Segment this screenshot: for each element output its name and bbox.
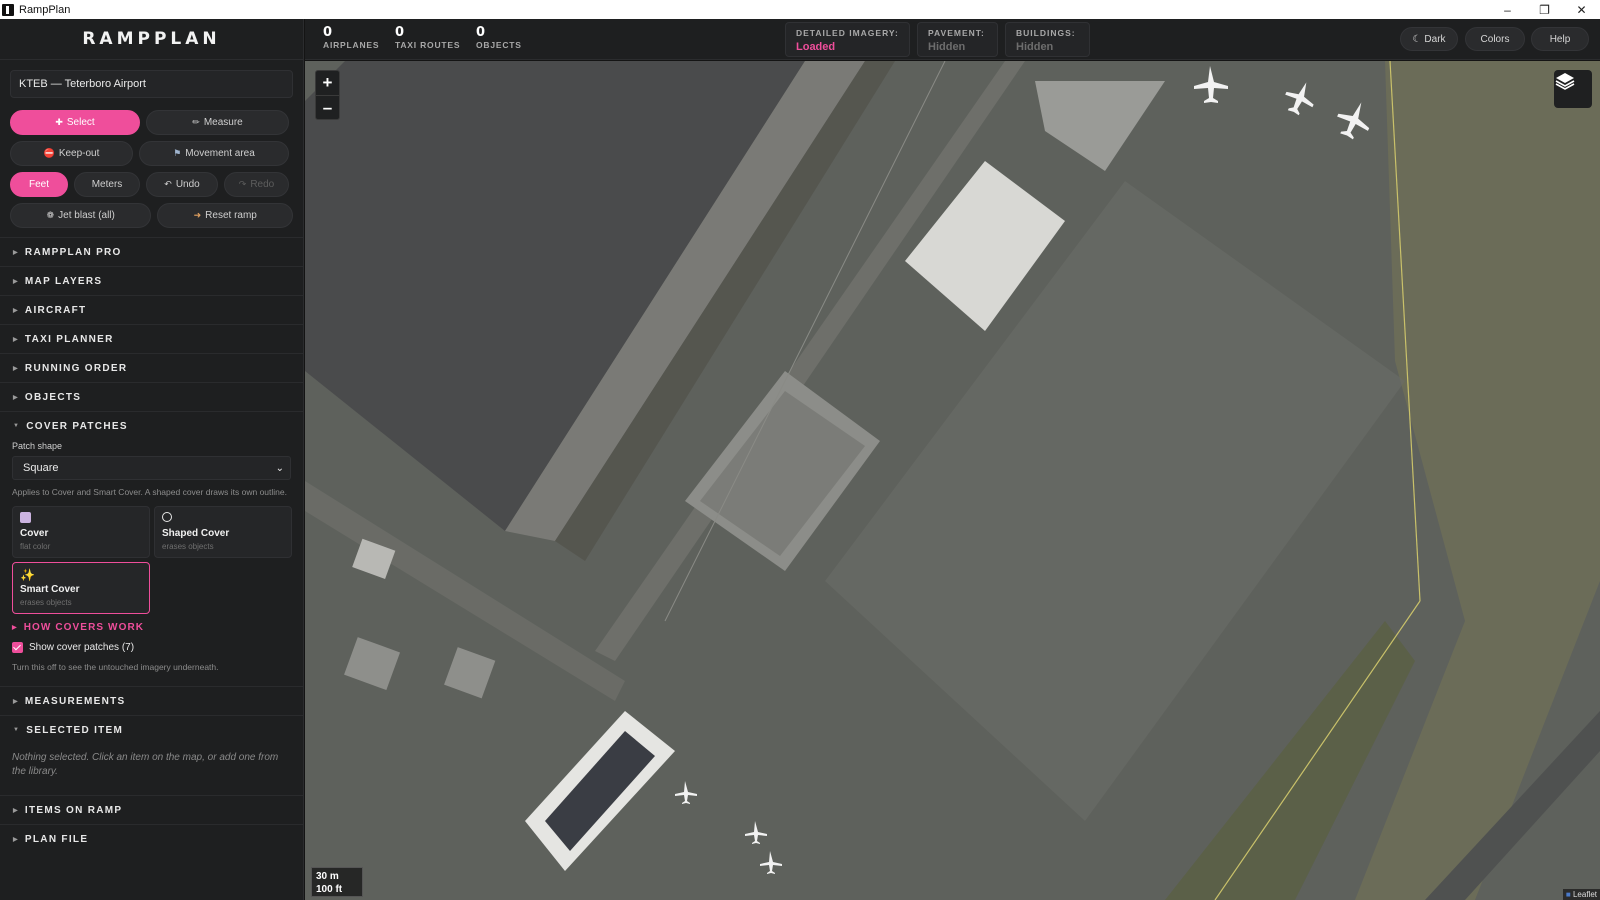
scale-feet: 100 ft bbox=[316, 884, 343, 895]
hexagon-icon bbox=[162, 512, 172, 522]
chevron-right-icon: ▶ bbox=[13, 307, 19, 314]
chevron-right-icon: ▶ bbox=[13, 249, 19, 256]
chevron-right-icon: ▶ bbox=[13, 807, 19, 814]
patch-shape-help: Applies to Cover and Smart Cover. A shap… bbox=[12, 487, 287, 497]
map-attribution[interactable]: ■ Leaflet bbox=[1562, 889, 1600, 900]
top-bar: 0 AIRPLANES 0 TAXI ROUTES 0 OBJECTS DETA… bbox=[305, 19, 1600, 60]
movement-icon: ⚑ bbox=[173, 148, 182, 158]
close-button[interactable]: ✕ bbox=[1563, 0, 1600, 19]
map-scale: 30 m 100 ft bbox=[311, 867, 363, 897]
zoom-control: + – bbox=[315, 70, 340, 120]
undo-icon: ↶ bbox=[164, 179, 172, 189]
pavement-status[interactable]: PAVEMENT: Hidden bbox=[917, 22, 998, 57]
section-map-layers[interactable]: ▶ MAP LAYERS bbox=[0, 266, 303, 295]
redo-icon: ↷ bbox=[238, 179, 247, 189]
patch-shape-label: Patch shape bbox=[12, 441, 63, 451]
chevron-right-icon: ▶ bbox=[13, 336, 19, 343]
cover-card[interactable]: Cover flat color bbox=[12, 506, 150, 558]
imagery-status: DETAILED IMAGERY: Loaded bbox=[785, 22, 910, 57]
objects-stat: 0 OBJECTS bbox=[476, 25, 522, 50]
chevron-right-icon: ▶ bbox=[13, 365, 19, 372]
selected-item-empty-note: Nothing selected. Click an item on the m… bbox=[12, 752, 279, 777]
dark-mode-button[interactable]: ☾ Dark bbox=[1400, 27, 1458, 51]
section-measurements[interactable]: ▶ MEASUREMENTS bbox=[0, 686, 303, 715]
chevron-down-icon: ⌄ bbox=[275, 462, 284, 474]
section-items-on-ramp[interactable]: ▶ ITEMS ON RAMP bbox=[0, 795, 303, 824]
app-icon bbox=[2, 3, 14, 16]
layers-icon bbox=[1555, 73, 1575, 90]
keepout-icon: ⛔ bbox=[43, 148, 55, 158]
smart-cover-card[interactable]: ✨ Smart Cover erases objects bbox=[12, 562, 150, 614]
undo-button[interactable]: ↶ Undo bbox=[146, 172, 218, 197]
moon-icon: ☾ bbox=[1412, 33, 1422, 45]
select-icon: ✚ bbox=[55, 117, 63, 127]
show-cover-patches-row[interactable]: Show cover patches (7) bbox=[12, 642, 291, 653]
chevron-right-icon: ▶ bbox=[13, 278, 19, 285]
flag-icon: ■ bbox=[1565, 890, 1571, 899]
keepout-tool-button[interactable]: ⛔ Keep-out bbox=[10, 141, 133, 166]
chevron-right-icon: ▶ bbox=[13, 394, 19, 401]
window-titlebar: RampPlan – ❐ ✕ bbox=[0, 0, 1600, 19]
meters-unit-button[interactable]: Meters bbox=[74, 172, 140, 197]
measure-icon: ✏ bbox=[192, 117, 200, 127]
chevron-down-icon: ▼ bbox=[13, 727, 21, 733]
reset-icon: ➜ bbox=[193, 210, 202, 220]
airport-selector[interactable]: KTEB — Teterboro Airport bbox=[10, 70, 293, 98]
buildings-status[interactable]: BUILDINGS: Hidden bbox=[1005, 22, 1090, 57]
section-objects[interactable]: ▶ OBJECTS bbox=[0, 382, 303, 411]
section-aircraft[interactable]: ▶ AIRCRAFT bbox=[0, 295, 303, 324]
section-selected-item[interactable]: ▼ SELECTED ITEM bbox=[0, 715, 303, 744]
zoom-out-button[interactable]: – bbox=[316, 95, 339, 119]
zoom-in-button[interactable]: + bbox=[316, 71, 339, 95]
redo-button[interactable]: ↷ Redo bbox=[224, 172, 289, 197]
colors-button[interactable]: Colors bbox=[1465, 27, 1525, 51]
sidebar: RAMPPLAN KTEB — Teterboro Airport ✚ Selec… bbox=[0, 19, 304, 900]
show-cover-patches-checkbox[interactable] bbox=[12, 642, 23, 653]
chevron-right-icon: ▶ bbox=[13, 836, 19, 843]
jet-blast-button[interactable]: ❁ Jet blast (all) bbox=[10, 203, 152, 228]
measure-tool-button[interactable]: ✏ Measure bbox=[146, 110, 289, 135]
patch-shape-select[interactable]: Square ⌄ bbox=[12, 456, 291, 480]
movement-area-button[interactable]: ⚑ Movement area bbox=[139, 141, 289, 166]
taxi-routes-stat: 0 TAXI ROUTES bbox=[395, 25, 461, 50]
restore-button[interactable]: ❐ bbox=[1526, 0, 1563, 19]
scale-meters: 30 m bbox=[316, 871, 339, 882]
app-logo: RAMPPLAN bbox=[0, 19, 303, 60]
cover-patches-panel: Patch shape Square ⌄ Applies to Cover and… bbox=[0, 441, 303, 672]
how-covers-work-link[interactable]: ▶ HOW COVERS WORK bbox=[12, 622, 291, 633]
show-cover-help: Turn this off to see the untouched image… bbox=[12, 662, 219, 672]
chevron-down-icon: ▼ bbox=[13, 423, 21, 429]
section-plan-file[interactable]: ▶ PLAN FILE bbox=[0, 824, 303, 853]
section-taxi-planner[interactable]: ▶ TAXI PLANNER bbox=[0, 324, 303, 353]
map-canvas[interactable]: + – 30 m 100 ft ■ Leaflet bbox=[305, 61, 1600, 900]
swatch-icon bbox=[20, 512, 31, 523]
layers-button[interactable] bbox=[1554, 70, 1592, 108]
airplanes-stat: 0 AIRPLANES bbox=[323, 25, 380, 50]
section-rampplan-pro[interactable]: ▶ RAMPPLAN PRO bbox=[0, 237, 303, 266]
select-tool-button[interactable]: ✚ Select bbox=[10, 110, 140, 135]
satellite-imagery bbox=[305, 61, 1600, 900]
chevron-right-icon: ▶ bbox=[12, 625, 18, 631]
jetblast-icon: ❁ bbox=[46, 210, 55, 220]
shaped-cover-card[interactable]: Shaped Cover erases objects bbox=[154, 506, 292, 558]
section-running-order[interactable]: ▶ RUNNING ORDER bbox=[0, 353, 303, 382]
sparkle-icon: ✨ bbox=[20, 568, 35, 582]
reset-ramp-button[interactable]: ➜ Reset ramp bbox=[157, 203, 293, 228]
minimize-button[interactable]: – bbox=[1489, 0, 1526, 19]
section-cover-patches[interactable]: ▼ COVER PATCHES bbox=[0, 411, 303, 440]
feet-unit-button[interactable]: Feet bbox=[10, 172, 68, 197]
chevron-right-icon: ▶ bbox=[13, 698, 19, 705]
help-button[interactable]: Help bbox=[1531, 27, 1589, 51]
window-title: RampPlan bbox=[19, 3, 71, 16]
